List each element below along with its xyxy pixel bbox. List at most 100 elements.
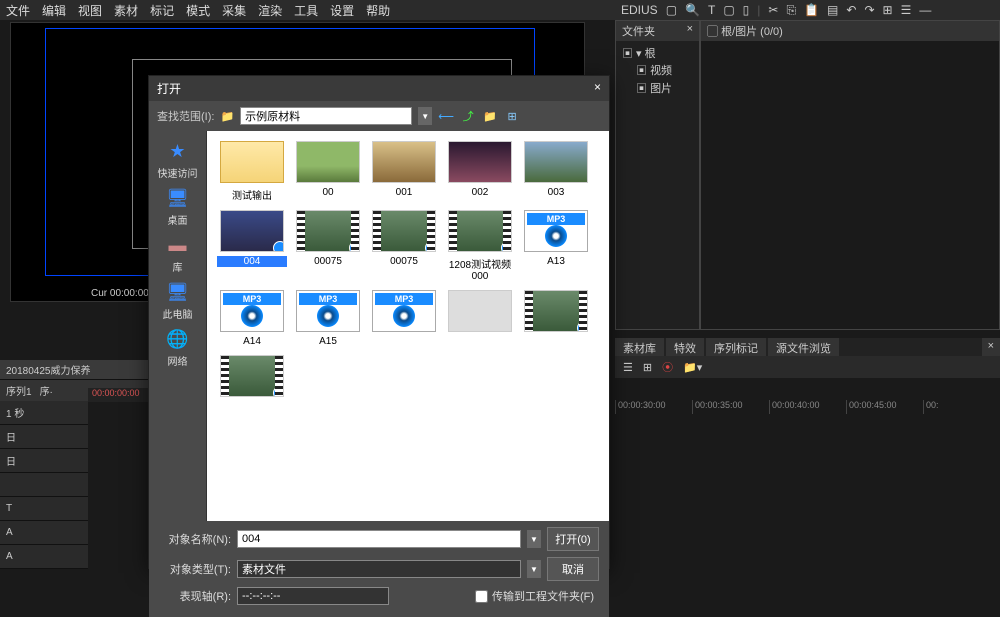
layers-icon[interactable]: ▤: [827, 3, 838, 17]
dialog-close-icon[interactable]: ×: [594, 80, 601, 97]
tool-icon[interactable]: T: [708, 3, 715, 17]
menu-capture[interactable]: 采集: [222, 2, 246, 19]
tabs-close-icon[interactable]: ×: [982, 338, 1000, 356]
menu-mode[interactable]: 模式: [186, 2, 210, 19]
menu-tool[interactable]: 工具: [294, 2, 318, 19]
menu-mark[interactable]: 标记: [150, 2, 174, 19]
sidebar-thispc[interactable]: 🖥此电脑: [163, 280, 193, 321]
search-icon[interactable]: 🔍: [685, 3, 700, 17]
view-list-icon[interactable]: ☰: [623, 361, 633, 374]
open-button[interactable]: 打开(0): [547, 527, 599, 551]
file-item[interactable]: 00: [293, 141, 363, 202]
menu-settings[interactable]: 设置: [330, 2, 354, 19]
tab-browse[interactable]: 源文件浏览: [768, 338, 839, 356]
filetype-dropdown-icon[interactable]: ▼: [527, 560, 541, 578]
file-label: 00: [293, 187, 363, 198]
menu-file[interactable]: 文件: [6, 2, 30, 19]
right-timeline-ruler[interactable]: 00:00:30:00 00:00:35:00 00:00:40:00 00:0…: [615, 400, 1000, 414]
file-item[interactable]: [445, 290, 515, 347]
file-item[interactable]: MP3A14: [217, 290, 287, 347]
file-item[interactable]: [521, 290, 591, 347]
expr-input[interactable]: [237, 587, 389, 605]
tab-markers[interactable]: 序列标记: [706, 338, 766, 356]
track-label: T: [6, 503, 12, 514]
cut-icon[interactable]: ✂: [768, 3, 778, 17]
file-label: 测试输出: [217, 187, 287, 202]
back-icon[interactable]: ⟵: [438, 108, 454, 124]
lookup-dropdown-icon[interactable]: ▼: [418, 107, 432, 125]
undo-icon[interactable]: ↶: [846, 3, 856, 17]
file-label: 001: [369, 187, 439, 198]
file-item[interactable]: 001: [369, 141, 439, 202]
panel-close-icon[interactable]: ×: [687, 23, 693, 39]
page-icon[interactable]: ▯: [743, 3, 750, 17]
lookup-folder-input[interactable]: [240, 107, 412, 125]
folder-icon[interactable]: ▢: [666, 3, 677, 17]
filename-dropdown-icon[interactable]: ▼: [527, 530, 541, 548]
file-item[interactable]: 00075: [293, 210, 363, 282]
record-icon[interactable]: ⦿: [662, 359, 673, 375]
tab-bin[interactable]: 素材库: [615, 338, 664, 356]
redo-icon[interactable]: ↷: [864, 3, 874, 17]
menu-view[interactable]: 视图: [78, 2, 102, 19]
ruler-tick: 00:00:30:00: [615, 400, 692, 414]
file-item[interactable]: 测试输出: [217, 141, 287, 202]
file-item[interactable]: [217, 355, 287, 401]
img1-thumbnail: [296, 141, 360, 183]
transfer-checkbox[interactable]: [475, 590, 488, 603]
filename-input[interactable]: [237, 530, 521, 548]
file-item[interactable]: MP3A13: [521, 210, 591, 282]
file-item[interactable]: 004: [217, 210, 287, 282]
tab-effects[interactable]: 特效: [666, 338, 704, 356]
dialog-sidebar: ★快速访问 🖥桌面 ▬库 🖥此电脑 🌐网络: [149, 131, 207, 521]
file-item[interactable]: 002: [445, 141, 515, 202]
folder-open-icon[interactable]: 📁▾: [683, 361, 702, 374]
view-mode-icon[interactable]: ⊞: [504, 108, 520, 124]
folder-tree[interactable]: ▣ ▾ 根 ▣ 视频 ▣ 图片: [616, 41, 699, 101]
project-tab[interactable]: 20180425威力保养: [0, 360, 160, 380]
pc-icon: 🖥: [164, 280, 192, 304]
file-label: 003: [521, 187, 591, 198]
bin-breadcrumb: ▢ 根/图片 (0/0): [707, 26, 783, 38]
track-label: A: [6, 527, 13, 538]
file-item[interactable]: MP3: [369, 290, 439, 347]
menu-clip[interactable]: 素材: [114, 2, 138, 19]
file-item[interactable]: 003: [521, 141, 591, 202]
sequence-more[interactable]: 序·: [40, 383, 53, 398]
mp3-thumbnail: MP3: [524, 210, 588, 252]
sidebar-network[interactable]: 🌐网络: [164, 327, 192, 368]
sidebar-quickaccess[interactable]: ★快速访问: [158, 139, 198, 180]
menu-render[interactable]: 渲染: [258, 2, 282, 19]
sequence-tab[interactable]: 序列1: [6, 383, 32, 398]
folder-thumbnail: [220, 141, 284, 183]
file-item[interactable]: MP3A15: [293, 290, 363, 347]
file-label: 002: [445, 187, 515, 198]
file-item[interactable]: 00075: [369, 210, 439, 282]
menu-help[interactable]: 帮助: [366, 2, 390, 19]
file-label: 004: [217, 256, 287, 267]
tree-video[interactable]: ▣ 视频: [622, 61, 693, 79]
folder2-icon[interactable]: ▢: [723, 3, 734, 17]
paste-icon[interactable]: 📋: [804, 3, 819, 17]
cancel-button[interactable]: 取消: [547, 557, 599, 581]
copy-icon[interactable]: ⎘: [786, 3, 796, 18]
grid-icon[interactable]: ⊞: [883, 3, 893, 17]
menu-edit[interactable]: 编辑: [42, 2, 66, 19]
file-label: A15: [293, 336, 363, 347]
minus-icon[interactable]: —: [919, 3, 931, 17]
desktop-icon: 🖥: [164, 186, 192, 210]
view-grid-icon[interactable]: ⊞: [643, 361, 652, 374]
filetype-select[interactable]: [237, 560, 521, 578]
tree-root[interactable]: ▣ ▾ 根: [622, 45, 693, 61]
up-icon[interactable]: ⤴: [460, 108, 476, 124]
newfolder-icon[interactable]: 📁: [482, 108, 498, 124]
library-icon: ▬: [164, 233, 192, 257]
sidebar-library[interactable]: ▬库: [164, 233, 192, 274]
sidebar-desktop[interactable]: 🖥桌面: [164, 186, 192, 227]
file-label: 00075: [293, 256, 363, 267]
tree-image[interactable]: ▣ 图片: [622, 79, 693, 97]
file-item[interactable]: 1208测试视频000: [445, 210, 515, 282]
list-icon[interactable]: ☰: [901, 3, 912, 17]
right-tab-bar: 素材库 特效 序列标记 源文件浏览 ×: [615, 338, 1000, 356]
file-browser[interactable]: 测试输出0000100200300400075000751208测试视频000M…: [207, 131, 609, 521]
